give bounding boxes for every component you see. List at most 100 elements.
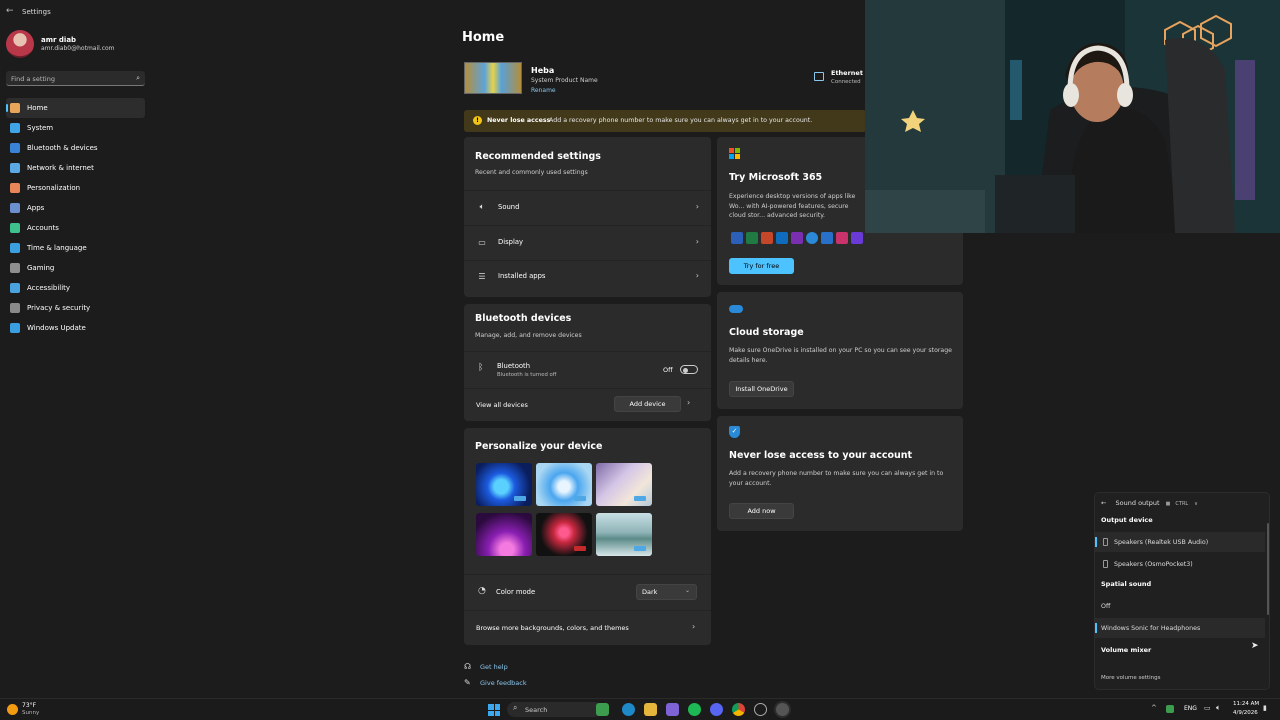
app-icon[interactable] — [596, 703, 609, 716]
sidebar-item-label: Accounts — [27, 224, 59, 232]
clock-time[interactable]: 11:24 AM — [1233, 701, 1259, 707]
settings-gear-icon[interactable] — [776, 703, 789, 716]
speaker-device-icon — [1103, 560, 1108, 568]
color-mode-dropdown[interactable]: Dark ⌄ — [636, 584, 697, 600]
avatar[interactable] — [6, 30, 34, 58]
wallpaper-thumbnail[interactable] — [596, 513, 652, 556]
wallpaper-thumbnail[interactable] — [596, 463, 652, 506]
wallpaper-thumbnail[interactable] — [476, 463, 532, 506]
taskbar: 73°F Sunny ⌕ Search ^ ENG ▭ 🔈︎ 11:24 AM … — [0, 698, 1280, 720]
cloud-storage-card: Cloud storage Make sure OneDrive is inst… — [717, 292, 963, 409]
sidebar-item-accessibility[interactable]: Accessibility — [6, 278, 145, 298]
sidebar-item-network-internet[interactable]: Network & internet — [6, 158, 145, 178]
person-icon — [10, 223, 20, 233]
chevron-down-icon[interactable]: ∨ — [1194, 501, 1198, 507]
tray-app-icon[interactable] — [1166, 705, 1174, 713]
color-mode-value: Dark — [642, 588, 658, 596]
volume-tray-icon[interactable]: 🔈︎ — [1216, 703, 1221, 713]
taskbar-search-box[interactable]: ⌕ Search — [507, 702, 602, 717]
wallpaper-thumbnail[interactable] — [536, 513, 592, 556]
bluetooth-title: Bluetooth devices — [475, 313, 572, 324]
wallpaper-thumbnail[interactable] — [536, 463, 592, 506]
spatial-sound-label: Windows Sonic for Headphones — [1101, 624, 1201, 632]
add-now-button[interactable]: Add now — [729, 503, 794, 519]
wifi-icon — [10, 163, 20, 173]
clock-date[interactable]: 4/9/2026 — [1233, 710, 1258, 716]
install-onedrive-button[interactable]: Install OneDrive — [729, 381, 794, 397]
rename-link[interactable]: Rename — [531, 87, 556, 94]
sidebar-item-personalization[interactable]: Personalization — [6, 178, 145, 198]
apps-icon — [10, 203, 20, 213]
spatial-sound-item[interactable]: Windows Sonic for Headphones — [1095, 618, 1265, 638]
search-input[interactable]: Find a setting ⌕ — [6, 71, 145, 86]
notification-bell-icon[interactable]: ▮ — [1263, 704, 1267, 712]
sidebar-item-system[interactable]: System — [6, 118, 145, 138]
sidebar-item-bluetooth-devices[interactable]: Bluetooth & devices — [6, 138, 145, 158]
monitor-icon: ▭ — [478, 237, 486, 247]
back-arrow-icon[interactable]: ← — [6, 6, 14, 16]
wallpaper-thumbnail[interactable] — [476, 513, 532, 556]
sidebar-item-time-language[interactable]: Time & language — [6, 238, 145, 258]
discord-icon[interactable] — [710, 703, 723, 716]
sidebar-item-home[interactable]: Home — [6, 98, 145, 118]
sidebar-item-accounts[interactable]: Accounts — [6, 218, 145, 238]
bluetooth-toggle[interactable] — [680, 365, 698, 374]
account-recovery-card: ✓ Never lose access to your account Add … — [717, 416, 963, 531]
shield-icon — [10, 303, 20, 313]
chevron-up-icon[interactable]: ^ — [1151, 704, 1157, 712]
search-icon: ⌕ — [513, 703, 518, 712]
search-icon[interactable]: ⌕ — [136, 74, 140, 83]
add-device-button[interactable]: Add device — [614, 396, 681, 412]
view-all-devices-link[interactable]: View all devices — [476, 401, 528, 409]
spotify-icon[interactable] — [688, 703, 701, 716]
back-arrow-icon[interactable]: ← — [1101, 499, 1106, 507]
give-feedback-link[interactable]: Give feedback — [480, 679, 527, 687]
device-name: Heba — [531, 66, 555, 75]
sidebar-item-privacy-security[interactable]: Privacy & security — [6, 298, 145, 318]
get-help-link[interactable]: Get help — [480, 663, 508, 671]
speaker-icon: 🔈︎ — [479, 202, 485, 211]
output-device-item[interactable]: Speakers (Realtek USB Audio) — [1095, 532, 1265, 552]
brush-icon — [10, 183, 20, 193]
chevron-right-icon[interactable]: › — [692, 622, 695, 631]
recommended-item-installed-apps[interactable]: ☰ Installed apps › — [464, 259, 711, 293]
chevron-right-icon: › — [695, 202, 699, 211]
try-for-free-button[interactable]: Try for free — [729, 258, 794, 274]
file-explorer-icon[interactable] — [644, 703, 657, 716]
output-device-item[interactable]: Speakers (OsmoPocket3) — [1095, 554, 1265, 574]
app-icon[interactable] — [754, 703, 767, 716]
browse-themes-link[interactable]: Browse more backgrounds, colors, and the… — [476, 624, 629, 632]
sidebar-item-windows-update[interactable]: Windows Update — [6, 318, 145, 338]
copilot-icon[interactable] — [666, 703, 679, 716]
account-text: Add a recovery phone number to make sure… — [729, 470, 944, 487]
recommended-item-sound[interactable]: 🔈︎ Sound › — [464, 190, 711, 224]
network-name[interactable]: Ethernet — [831, 69, 863, 77]
gamepad-icon — [10, 263, 20, 273]
weather-description: Sunny — [22, 710, 40, 716]
more-volume-settings-link[interactable]: More volume settings — [1101, 675, 1160, 681]
sidebar-item-label: System — [27, 124, 54, 132]
recommended-item-display[interactable]: ▭ Display › — [464, 225, 711, 259]
account-title: Never lose access to your account — [729, 450, 913, 461]
edge-icon[interactable] — [622, 703, 635, 716]
start-button-icon[interactable] — [488, 704, 500, 716]
chevron-right-icon[interactable]: › — [687, 398, 690, 407]
sidebar-nav: Home System Bluetooth & devices Network & i… — [6, 98, 145, 338]
sidebar-item-apps[interactable]: Apps — [6, 198, 145, 218]
weather-temperature[interactable]: 73°F — [22, 702, 36, 709]
warning-banner[interactable]: ! Never lose access Add a recovery phone… — [464, 110, 866, 132]
defender-icon — [821, 232, 833, 244]
cloud-icon — [729, 305, 743, 313]
language-indicator[interactable]: ENG — [1184, 705, 1197, 712]
chrome-icon[interactable] — [732, 703, 745, 716]
weather-sun-icon[interactable] — [7, 704, 18, 715]
powerpoint-icon — [761, 232, 773, 244]
speaker-device-icon — [1103, 538, 1108, 546]
sidebar-item-gaming[interactable]: Gaming — [6, 258, 145, 278]
network-tray-icon[interactable]: ▭ — [1204, 704, 1211, 712]
output-device-label: Speakers (OsmoPocket3) — [1114, 560, 1193, 568]
m365-title: Try Microsoft 365 — [729, 172, 823, 183]
spatial-sound-item[interactable]: Off — [1095, 596, 1265, 616]
flyout-scrollbar[interactable] — [1267, 523, 1269, 615]
bluetooth-subtitle: Manage, add, and remove devices — [475, 332, 582, 339]
